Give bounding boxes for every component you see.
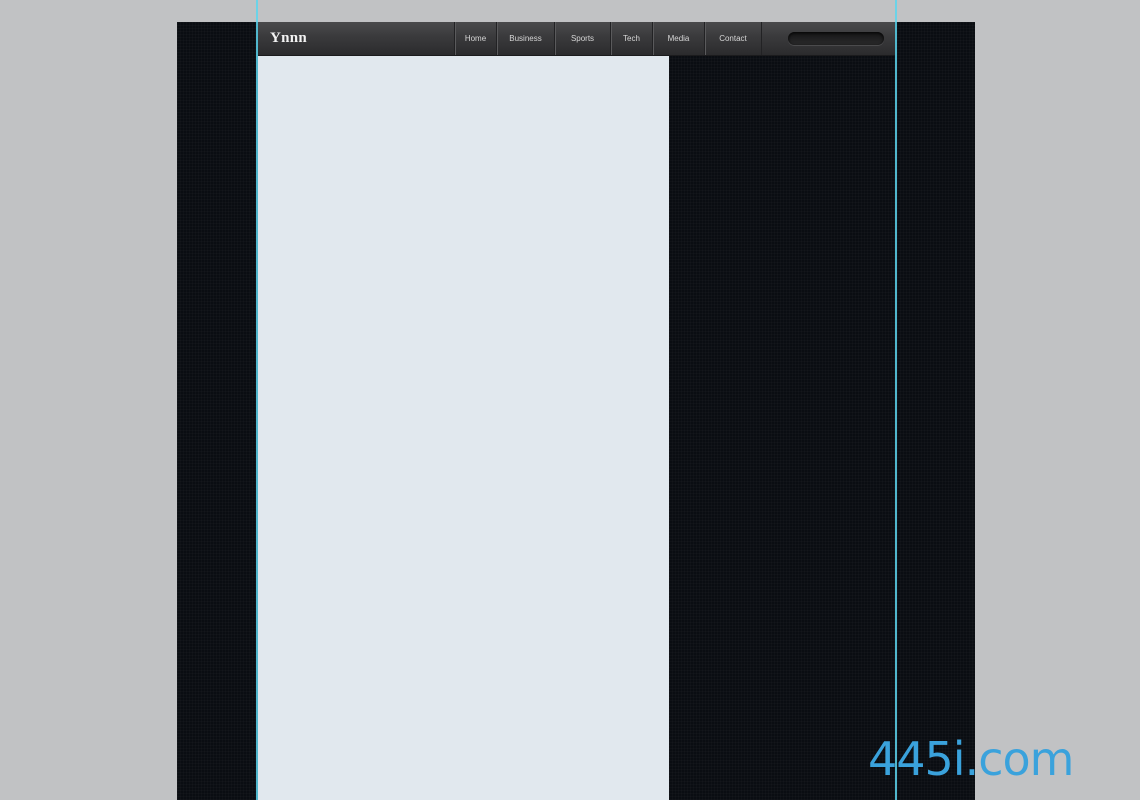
nav-item-tech[interactable]: Tech	[610, 22, 652, 55]
header-bar: Ynnn Home Business Sports Tech Media Con…	[258, 22, 895, 56]
nav-item-sports[interactable]: Sports	[554, 22, 610, 55]
site-logo[interactable]: Ynnn	[270, 30, 307, 47]
watermark-text: 445i.com	[868, 732, 1074, 786]
search-input[interactable]	[788, 32, 884, 45]
nav-item-business[interactable]: Business	[496, 22, 554, 55]
content-panel	[258, 56, 669, 800]
nav-item-media[interactable]: Media	[652, 22, 704, 55]
nav-item-home[interactable]: Home	[454, 22, 496, 55]
guide-line-left	[256, 0, 258, 800]
main-nav: Home Business Sports Tech Media Contact	[454, 22, 762, 55]
nav-item-contact[interactable]: Contact	[704, 22, 762, 55]
guide-line-right	[895, 0, 897, 800]
